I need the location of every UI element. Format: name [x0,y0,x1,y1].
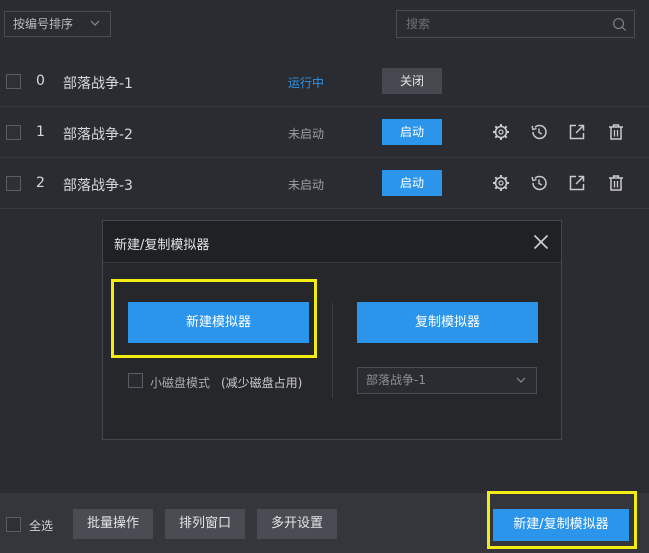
search-input[interactable] [397,11,597,37]
instance-row: 2 部落战争-3 未启动 启动 [0,158,649,209]
select-all-label: 全选 [29,519,54,533]
sort-select-label: 按编号排序 [13,17,74,31]
bottom-bar: 全选 批量操作 排列窗口 多开设置 新建/复制模拟器 [0,493,649,553]
instance-list: 0 部落战争-1 运行中 关闭 1 部落战争-2 未启动 启动 2 部落战争-3… [0,56,649,209]
multi-settings-button[interactable]: 多开设置 [257,509,337,539]
close-instance-button[interactable]: 关闭 [382,68,442,94]
small-disk-checkbox[interactable] [128,373,143,388]
copy-source-select[interactable]: 部落战争-1 [357,367,537,394]
instance-name: 部落战争-2 [63,127,133,143]
instance-row: 1 部落战争-2 未启动 启动 [0,107,649,158]
batch-ops-button[interactable]: 批量操作 [73,509,153,539]
instance-status: 未启动 [288,127,325,141]
arrange-windows-button[interactable]: 排列窗口 [165,509,245,539]
instance-status: 未启动 [288,178,325,192]
external-link-icon[interactable] [567,173,587,193]
search-box[interactable] [396,10,635,38]
search-icon[interactable] [612,17,627,32]
copy-emulator-button[interactable]: 复制模拟器 [357,302,538,343]
instance-name: 部落战争-3 [63,178,133,194]
instance-status: 运行中 [288,76,325,90]
dialog-title: 新建/复制模拟器 [114,238,210,253]
new-copy-dialog: 新建/复制模拟器 新建模拟器 复制模拟器 小磁盘模式 (减少磁盘占用) 部落战争… [102,220,562,440]
top-bar: 按编号排序 [0,0,649,52]
copy-source-value: 部落战争-1 [366,373,426,387]
chevron-down-icon [516,377,526,383]
row-checkbox[interactable] [6,125,21,140]
instance-name: 部落战争-1 [63,76,133,92]
instance-row: 0 部落战争-1 运行中 关闭 [0,56,649,107]
trash-icon[interactable] [606,173,626,193]
settings-icon[interactable] [491,122,511,142]
start-instance-button[interactable]: 启动 [382,170,442,196]
settings-icon[interactable] [491,173,511,193]
external-link-icon[interactable] [567,122,587,142]
small-disk-label: 小磁盘模式 [150,376,211,390]
trash-icon[interactable] [606,122,626,142]
select-all-checkbox[interactable] [6,517,21,532]
divider [332,303,333,398]
new-emulator-button[interactable]: 新建模拟器 [128,302,309,343]
small-disk-note: (减少磁盘占用) [221,376,303,390]
instance-index: 1 [36,124,45,140]
row-checkbox[interactable] [6,176,21,191]
new-copy-emulator-button[interactable]: 新建/复制模拟器 [493,509,629,541]
chevron-down-icon [90,20,100,26]
row-checkbox[interactable] [6,74,21,89]
sort-select[interactable]: 按编号排序 [4,11,111,37]
instance-index: 2 [36,175,45,191]
dialog-header: 新建/复制模拟器 [103,221,561,263]
history-icon[interactable] [529,122,549,142]
start-instance-button[interactable]: 启动 [382,119,442,145]
history-icon[interactable] [529,173,549,193]
close-icon[interactable] [533,234,549,250]
instance-index: 0 [36,73,45,89]
